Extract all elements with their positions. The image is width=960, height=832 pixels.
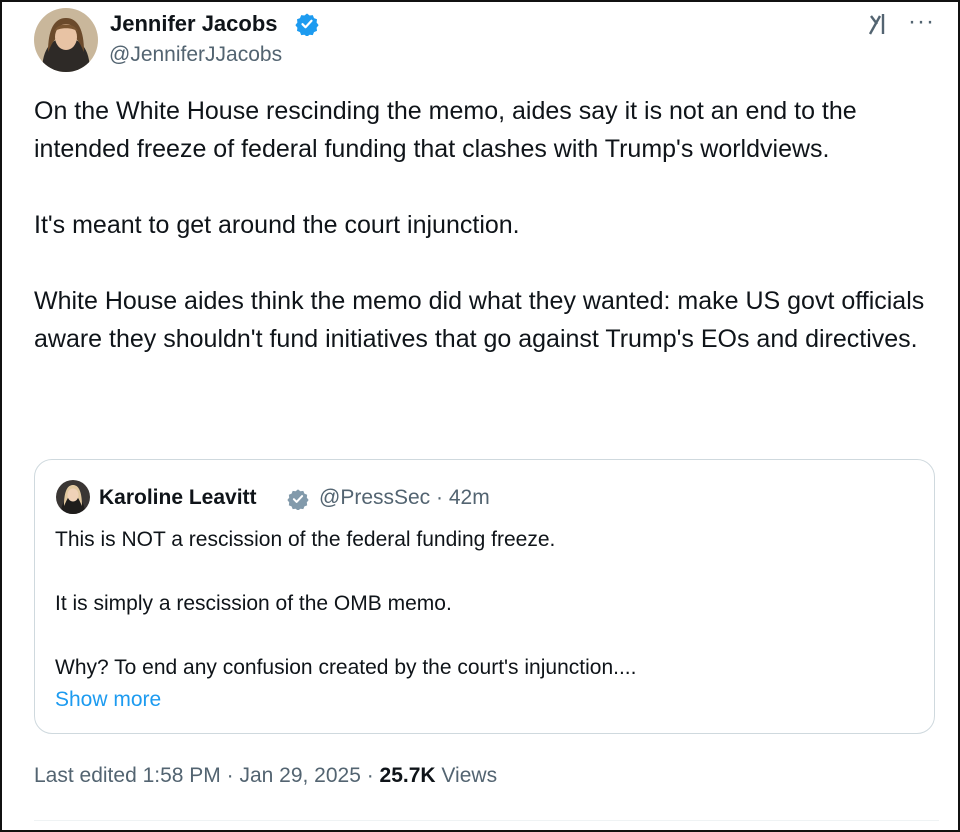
tweet-paragraph: White House aides think the memo did wha… [34, 287, 925, 353]
edited-timestamp[interactable]: Last edited 1:58 PM · Jan 29, 2025 · [34, 764, 380, 787]
tweet-meta: Last edited 1:58 PM · Jan 29, 2025 · 25.… [34, 764, 497, 788]
quoted-paragraph: This is NOT a rescission of the federal … [55, 528, 556, 551]
quoted-author-avatar[interactable] [56, 480, 90, 514]
grok-icon[interactable] [868, 12, 894, 41]
quoted-author-handle-time[interactable]: @PressSec · 42m [319, 486, 490, 510]
author-handle[interactable]: @JenniferJJacobs [109, 43, 282, 67]
tweet-text: On the White House rescinding the memo, … [34, 92, 939, 358]
divider [34, 820, 939, 821]
gray-verified-badge-icon [287, 488, 309, 515]
verified-badge-icon[interactable] [295, 12, 319, 41]
views-label: Views [435, 764, 498, 787]
author-avatar[interactable] [34, 8, 98, 72]
tweet-paragraph: On the White House rescinding the memo, … [34, 97, 857, 163]
show-more-link[interactable]: Show more [55, 684, 915, 716]
quoted-tweet-text: This is NOT a rescission of the federal … [55, 524, 915, 716]
tweet-card: Jennifer Jacobs @JenniferJJacobs ··· On … [0, 0, 960, 832]
quoted-paragraph: Why? To end any confusion created by the… [55, 656, 637, 679]
quoted-tweet[interactable]: Karoline Leavitt @PressSec · 42m This is… [34, 459, 935, 734]
quoted-paragraph: It is simply a rescission of the OMB mem… [55, 592, 452, 615]
views-count: 25.7K [379, 764, 436, 787]
more-options-icon[interactable]: ··· [908, 8, 935, 36]
quoted-author-name[interactable]: Karoline Leavitt [99, 486, 257, 510]
author-name[interactable]: Jennifer Jacobs [110, 11, 278, 37]
tweet-paragraph: It's meant to get around the court injun… [34, 211, 520, 239]
